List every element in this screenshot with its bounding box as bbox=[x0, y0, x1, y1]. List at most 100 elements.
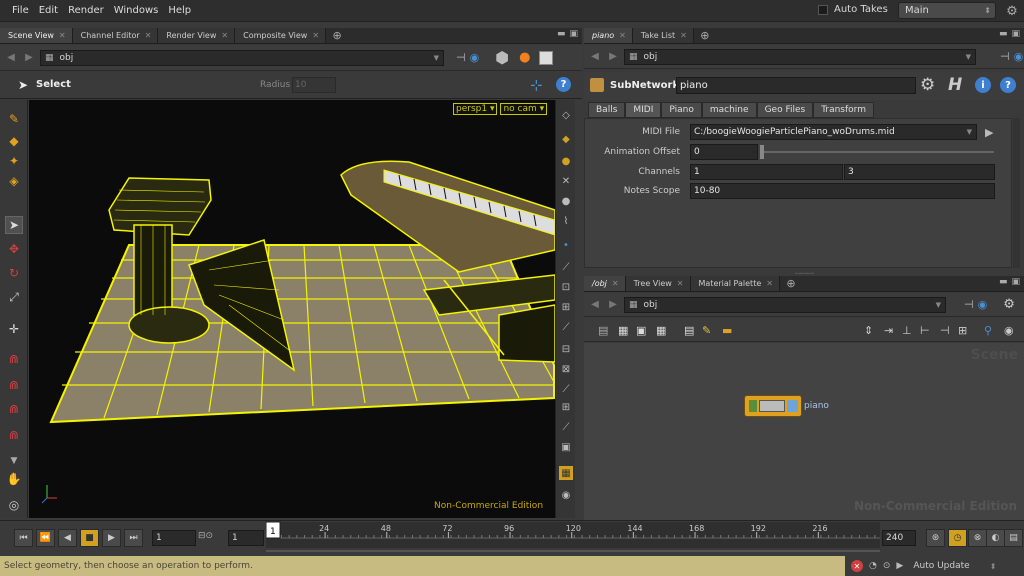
move-icon[interactable]: ✥ bbox=[5, 240, 23, 258]
ghost-icon[interactable]: ⊠ bbox=[559, 362, 573, 376]
tab-render-view[interactable]: Render View ✕ bbox=[158, 28, 236, 43]
file-chooser-icon[interactable]: ▶ bbox=[985, 126, 993, 139]
tab-balls[interactable]: Balls bbox=[588, 102, 626, 118]
update-mode-label[interactable]: Auto Update bbox=[913, 561, 969, 571]
layout-icon[interactable]: ▤ bbox=[684, 324, 694, 337]
node-render-flag[interactable] bbox=[787, 400, 798, 412]
back-arrow-icon[interactable]: ◀ bbox=[588, 298, 602, 312]
image-icon[interactable]: ▣ bbox=[559, 440, 573, 454]
template-icon[interactable]: ⊟ bbox=[559, 342, 573, 356]
realtime-icon[interactable]: ◷ bbox=[948, 529, 967, 547]
pin-icon[interactable]: ⊣ bbox=[456, 51, 466, 64]
stop-icon[interactable]: ■ bbox=[80, 529, 99, 547]
select-tool-icon[interactable]: ➤ bbox=[5, 216, 23, 234]
tab-piano[interactable]: piano ✕ bbox=[584, 28, 633, 43]
close-icon[interactable]: ✕ bbox=[677, 279, 684, 288]
layers-icon[interactable]: ◇ bbox=[559, 108, 573, 122]
minimize-pane-icon[interactable]: ▬ bbox=[999, 277, 1008, 287]
error-icon[interactable]: ✕ bbox=[851, 560, 863, 572]
channel-icon[interactable]: ◐ bbox=[986, 529, 1005, 547]
background-toggle-icon[interactable] bbox=[538, 50, 553, 65]
magnet-move-icon[interactable]: ⋒ bbox=[5, 376, 23, 394]
add-tab-icon[interactable]: ⊕ bbox=[698, 28, 712, 42]
chevron-down-icon[interactable]: ▼ bbox=[5, 452, 23, 470]
minimize-pane-icon[interactable]: ▬ bbox=[557, 29, 566, 39]
add-tab-icon[interactable]: ⊕ bbox=[330, 28, 344, 42]
magnet-scale-icon[interactable]: ⋒ bbox=[5, 426, 23, 444]
point-icon[interactable]: • bbox=[559, 238, 573, 252]
gear-icon[interactable]: ⚙ bbox=[1004, 3, 1020, 19]
slider-handle[interactable] bbox=[760, 145, 764, 159]
houdini-h-icon[interactable]: H bbox=[948, 75, 962, 95]
view-icon[interactable]: ◎ bbox=[5, 496, 23, 514]
persp-camera-menu[interactable]: persp1 ▾ bbox=[453, 103, 498, 115]
snapping-icon[interactable]: ⊹ bbox=[530, 76, 543, 94]
play-icon[interactable]: ▶ bbox=[102, 529, 121, 547]
bulb-icon[interactable]: ● bbox=[559, 154, 573, 168]
close-icon[interactable]: ✕ bbox=[59, 31, 66, 40]
vertex-icon[interactable]: ⊡ bbox=[559, 280, 573, 294]
timeline-ruler[interactable]: 24 48 72 96 120 144 168 192 216 1 bbox=[266, 520, 880, 556]
sculpt-icon[interactable]: ✦ bbox=[5, 152, 23, 170]
shading-icon[interactable]: ● bbox=[559, 194, 573, 208]
list-mode-icon[interactable]: ▤ bbox=[598, 324, 608, 337]
paint-icon[interactable]: ◆ bbox=[5, 132, 23, 150]
pin-icon[interactable]: ⊣ bbox=[1000, 50, 1010, 63]
menu-render[interactable]: Render bbox=[63, 5, 109, 16]
align-left-icon[interactable]: ⊢ bbox=[920, 324, 930, 337]
add-tab-icon[interactable]: ⊕ bbox=[784, 276, 798, 290]
close-icon[interactable]: ✕ bbox=[221, 31, 228, 40]
gear-icon[interactable]: ⚙ bbox=[920, 75, 935, 95]
tab-take-list[interactable]: Take List ✕ bbox=[632, 28, 694, 43]
tab-scene-view[interactable]: Scene View ✕ bbox=[0, 28, 73, 43]
brush-display-icon[interactable]: ⟋ bbox=[559, 420, 573, 434]
handle-icon[interactable]: ◈ bbox=[5, 172, 23, 190]
grid-mode-icon[interactable]: ▣ bbox=[636, 324, 646, 337]
minimize-pane-icon[interactable]: ▬ bbox=[999, 29, 1008, 39]
pin-icon[interactable]: ⊣ bbox=[964, 298, 974, 311]
channels-field-2[interactable]: 3 bbox=[844, 164, 995, 180]
close-icon[interactable]: ✕ bbox=[612, 279, 619, 288]
auto-takes-checkbox[interactable] bbox=[818, 4, 828, 15]
scale-icon[interactable]: ⤢ bbox=[5, 288, 23, 306]
forward-arrow-icon[interactable]: ▶ bbox=[606, 298, 620, 312]
tab-machine[interactable]: machine bbox=[701, 102, 757, 118]
node-name-field[interactable]: piano bbox=[676, 77, 916, 94]
anim-offset-field[interactable]: 0 bbox=[690, 144, 758, 160]
menu-file[interactable]: File bbox=[0, 5, 34, 16]
link-icon[interactable]: ◉ bbox=[1014, 50, 1024, 63]
link-icon[interactable]: ◉ bbox=[978, 298, 988, 311]
close-icon[interactable]: ✕ bbox=[312, 31, 319, 40]
key-icon[interactable]: ⊗ bbox=[968, 529, 987, 547]
help-icon[interactable]: ? bbox=[1000, 77, 1016, 93]
step-forward-icon[interactable]: ⏭ bbox=[124, 529, 143, 547]
tab-material-palette[interactable]: Material Palette ✕ bbox=[690, 276, 780, 291]
close-icon[interactable]: ✕ bbox=[680, 31, 687, 40]
tab-obj[interactable]: /obj ✕ bbox=[584, 276, 626, 291]
maximize-pane-icon[interactable]: ▣ bbox=[1011, 29, 1020, 39]
piano-node[interactable] bbox=[744, 395, 802, 417]
end-frame-field[interactable]: 240 bbox=[882, 530, 916, 546]
maximize-pane-icon[interactable]: ▣ bbox=[1011, 277, 1020, 287]
brush-icon[interactable]: ✎ bbox=[5, 110, 23, 128]
forward-arrow-icon[interactable]: ▶ bbox=[606, 50, 620, 64]
grid-toggle-icon[interactable]: ⊞ bbox=[958, 324, 967, 337]
link-icon[interactable]: ◉ bbox=[470, 51, 480, 64]
arrange-icon[interactable]: ⇥ bbox=[884, 324, 893, 337]
network-path-field[interactable]: ▦ obj ▼ bbox=[624, 296, 946, 313]
camera-icon[interactable]: ✕ bbox=[559, 174, 573, 188]
tab-transform[interactable]: Transform bbox=[813, 102, 874, 118]
param-path-field[interactable]: ▦ obj ▼ bbox=[624, 48, 976, 65]
wireframe-icon[interactable]: ⌇ bbox=[559, 214, 573, 228]
scene-icon[interactable]: ⊞ bbox=[559, 400, 573, 414]
align-icon[interactable]: ⊥ bbox=[902, 324, 912, 337]
transform-icon[interactable]: ✛ bbox=[5, 320, 23, 338]
cube-icon[interactable]: ⬢ bbox=[495, 48, 509, 67]
cam-menu[interactable]: no cam ▾ bbox=[500, 103, 548, 115]
magnet-icon[interactable]: ⋒ bbox=[5, 350, 23, 368]
auto-takes-toggle[interactable]: Auto Takes bbox=[818, 4, 888, 15]
network-activity-icon[interactable]: ⊙ bbox=[883, 561, 891, 571]
radius-field[interactable]: 10 bbox=[292, 77, 336, 93]
help-icon[interactable]: ? bbox=[556, 77, 571, 92]
audio-icon[interactable]: ⊛ bbox=[926, 529, 945, 547]
